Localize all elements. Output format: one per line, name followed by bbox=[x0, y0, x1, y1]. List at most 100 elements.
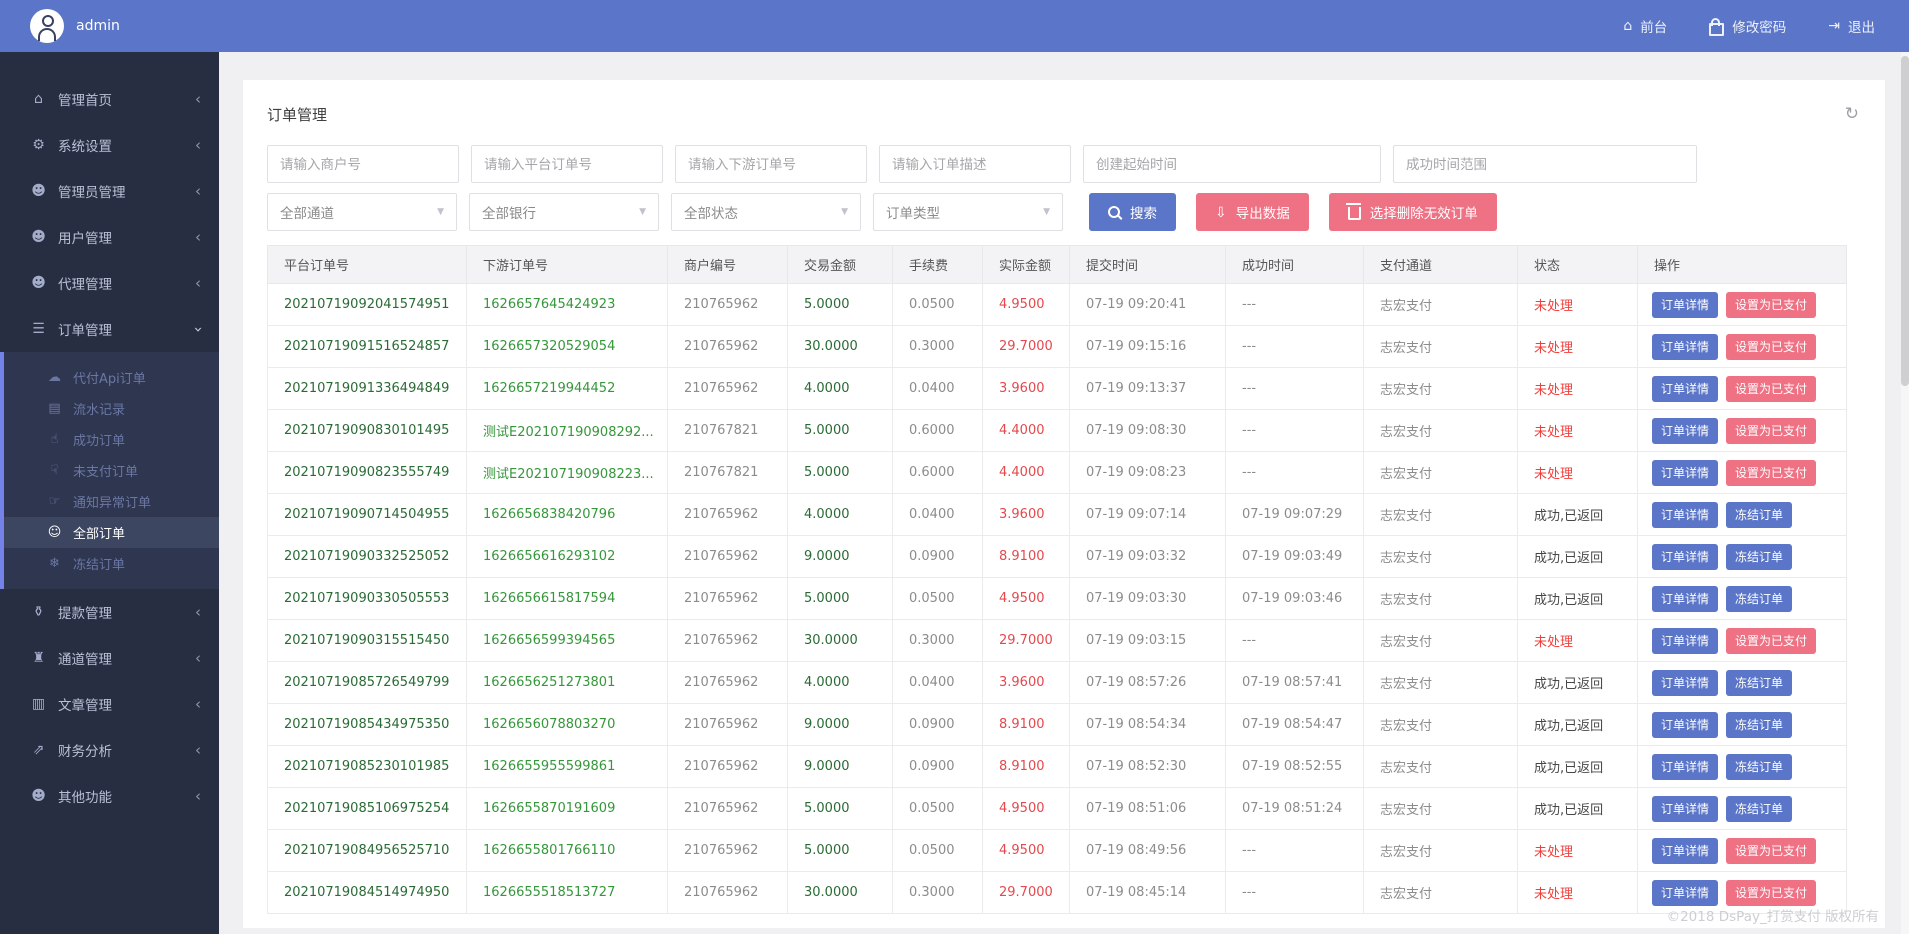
unlock-icon bbox=[1709, 23, 1724, 36]
cell-actions: 订单详情设置为已支付 bbox=[1638, 326, 1847, 368]
freeze-order-button[interactable]: 冻结订单 bbox=[1726, 796, 1792, 822]
sidebar-item-withdraw[interactable]: ⚱提款管理‹ bbox=[0, 589, 219, 635]
freeze-order-button[interactable]: 冻结订单 bbox=[1726, 670, 1792, 696]
sidebar-subitem-label: 代付Api订单 bbox=[73, 368, 146, 387]
refresh-icon[interactable]: ↻ bbox=[1845, 106, 1859, 123]
order-detail-button[interactable]: 订单详情 bbox=[1652, 334, 1718, 360]
freeze-order-button[interactable]: 冻结订单 bbox=[1726, 544, 1792, 570]
cell-status: 未处理 bbox=[1518, 452, 1638, 494]
hand-point-icon: ☞ bbox=[46, 494, 63, 509]
cell-status: 未处理 bbox=[1518, 410, 1638, 452]
order-detail-button[interactable]: 订单详情 bbox=[1652, 880, 1718, 906]
export-data-button[interactable]: ⇩ 导出数据 bbox=[1196, 193, 1309, 231]
set-paid-button[interactable]: 设置为已支付 bbox=[1726, 292, 1816, 318]
cell-actions: 订单详情设置为已支付 bbox=[1638, 830, 1847, 872]
sidebar-subitem-success-orders[interactable]: ☝成功订单 bbox=[4, 424, 219, 455]
sidebar-item-finance[interactable]: ⇗财务分析‹ bbox=[0, 727, 219, 773]
order-detail-button[interactable]: 订单详情 bbox=[1652, 712, 1718, 738]
delete-invalid-orders-button[interactable]: 选择删除无效订单 bbox=[1329, 193, 1497, 231]
order-detail-button[interactable]: 订单详情 bbox=[1652, 754, 1718, 780]
list-alt-icon: ▤ bbox=[46, 401, 63, 416]
cell-pay-channel: 志宏支付 bbox=[1364, 410, 1518, 452]
set-paid-button[interactable]: 设置为已支付 bbox=[1726, 838, 1816, 864]
cell-trade-amount: 5.0000 bbox=[788, 578, 893, 620]
freeze-order-button[interactable]: 冻结订单 bbox=[1726, 712, 1792, 738]
filters-row-2: 全部通道▼ 全部银行▼ 全部状态▼ 订单类型▼ 搜索 ⇩ 导出数据 选择删除无效订单 bbox=[267, 193, 1861, 231]
set-paid-button[interactable]: 设置为已支付 bbox=[1726, 880, 1816, 906]
order-detail-button[interactable]: 订单详情 bbox=[1652, 544, 1718, 570]
order-detail-button[interactable]: 订单详情 bbox=[1652, 460, 1718, 486]
topbar-link-logout[interactable]: ⇥退出 bbox=[1828, 16, 1875, 36]
sidebar-subitem-frozen-orders[interactable]: ❄冻结订单 bbox=[4, 548, 219, 579]
cell-merchant-id: 210765962 bbox=[668, 578, 788, 620]
order-detail-button[interactable]: 订单详情 bbox=[1652, 838, 1718, 864]
cell-trade-amount: 5.0000 bbox=[788, 284, 893, 326]
order-detail-button[interactable]: 订单详情 bbox=[1652, 376, 1718, 402]
sidebar-item-agents[interactable]: ☻代理管理‹ bbox=[0, 260, 219, 306]
cell-pay-channel: 志宏支付 bbox=[1364, 494, 1518, 536]
order-type-select[interactable]: 订单类型▼ bbox=[873, 193, 1063, 231]
sidebar-subitem-unpaid-orders[interactable]: ☟未支付订单 bbox=[4, 455, 219, 486]
set-paid-button[interactable]: 设置为已支付 bbox=[1726, 376, 1816, 402]
freeze-order-button[interactable]: 冻结订单 bbox=[1726, 502, 1792, 528]
merchant-id-input[interactable] bbox=[267, 145, 459, 183]
cell-platform-order-no: 20210719084514974950 bbox=[268, 872, 467, 914]
cell-status: 未处理 bbox=[1518, 830, 1638, 872]
scrollbar-thumb[interactable] bbox=[1901, 56, 1909, 386]
sidebar-item-users[interactable]: ☻用户管理‹ bbox=[0, 214, 219, 260]
cell-actual-amount: 8.9100 bbox=[983, 536, 1070, 578]
cell-merchant-id: 210765962 bbox=[668, 746, 788, 788]
success-time-input[interactable] bbox=[1393, 145, 1697, 183]
search-button[interactable]: 搜索 bbox=[1089, 193, 1176, 231]
order-detail-button[interactable]: 订单详情 bbox=[1652, 502, 1718, 528]
set-paid-button[interactable]: 设置为已支付 bbox=[1726, 418, 1816, 444]
set-paid-button[interactable]: 设置为已支付 bbox=[1726, 460, 1816, 486]
topbar-link-password[interactable]: 修改密码 bbox=[1709, 16, 1786, 36]
bank-select[interactable]: 全部银行▼ bbox=[469, 193, 659, 231]
order-detail-button[interactable]: 订单详情 bbox=[1652, 418, 1718, 444]
caret-down-icon: ▼ bbox=[841, 207, 848, 217]
cell-merchant-id: 210765962 bbox=[668, 830, 788, 872]
sidebar-item-label: 其他功能 bbox=[58, 786, 195, 806]
topbar-link-front[interactable]: ⌂前台 bbox=[1623, 16, 1667, 36]
sidebar-subitem-flow-records[interactable]: ▤流水记录 bbox=[4, 393, 219, 424]
user-circle-icon: ☻ bbox=[30, 788, 47, 804]
avatar[interactable] bbox=[30, 9, 64, 43]
order-detail-button[interactable]: 订单详情 bbox=[1652, 586, 1718, 612]
order-detail-button[interactable]: 订单详情 bbox=[1652, 670, 1718, 696]
sidebar-item-system[interactable]: ⚙系统设置‹ bbox=[0, 122, 219, 168]
cell-downstream-order-no: 测试E202107190908223... bbox=[467, 452, 668, 494]
sidebar-item-articles[interactable]: ▥文章管理‹ bbox=[0, 681, 219, 727]
sidebar-item-other[interactable]: ☻其他功能‹ bbox=[0, 773, 219, 819]
status-select[interactable]: 全部状态▼ bbox=[671, 193, 861, 231]
sidebar-subitem-api-orders[interactable]: ☁代付Api订单 bbox=[4, 362, 219, 393]
sidebar-subitem-notify-error-orders[interactable]: ☞通知异常订单 bbox=[4, 486, 219, 517]
create-time-input[interactable] bbox=[1083, 145, 1381, 183]
sidebar-subitem-all-orders[interactable]: ☺全部订单 bbox=[4, 517, 219, 548]
order-detail-button[interactable]: 订单详情 bbox=[1652, 628, 1718, 654]
sidebar-item-channels[interactable]: ♜通道管理‹ bbox=[0, 635, 219, 681]
set-paid-button[interactable]: 设置为已支付 bbox=[1726, 628, 1816, 654]
column-header: 商户编号 bbox=[668, 246, 788, 284]
caret-down-icon: ▼ bbox=[437, 207, 444, 217]
freeze-order-button[interactable]: 冻结订单 bbox=[1726, 586, 1792, 612]
downstream-order-no-input[interactable] bbox=[675, 145, 867, 183]
order-detail-button[interactable]: 订单详情 bbox=[1652, 796, 1718, 822]
freeze-order-button[interactable]: 冻结订单 bbox=[1726, 754, 1792, 780]
order-desc-input[interactable] bbox=[879, 145, 1071, 183]
channel-select[interactable]: 全部通道▼ bbox=[267, 193, 457, 231]
sidebar-item-label: 管理员管理 bbox=[58, 181, 195, 201]
cell-platform-order-no: 20210719085726549799 bbox=[268, 662, 467, 704]
cell-platform-order-no: 20210719090830101495 bbox=[268, 410, 467, 452]
cell-pay-channel: 志宏支付 bbox=[1364, 620, 1518, 662]
set-paid-button[interactable]: 设置为已支付 bbox=[1726, 334, 1816, 360]
cell-success-time: 07-19 08:54:47 bbox=[1226, 704, 1364, 746]
cell-fee: 0.0500 bbox=[893, 830, 983, 872]
sidebar-item-orders[interactable]: ☰订单管理‹ bbox=[0, 306, 219, 352]
sidebar-item-admins[interactable]: ☻管理员管理‹ bbox=[0, 168, 219, 214]
order-detail-button[interactable]: 订单详情 bbox=[1652, 292, 1718, 318]
sidebar-item-home[interactable]: ⌂管理首页‹ bbox=[0, 76, 219, 122]
cell-actual-amount: 29.7000 bbox=[983, 620, 1070, 662]
cell-merchant-id: 210765962 bbox=[668, 872, 788, 914]
platform-order-no-input[interactable] bbox=[471, 145, 663, 183]
